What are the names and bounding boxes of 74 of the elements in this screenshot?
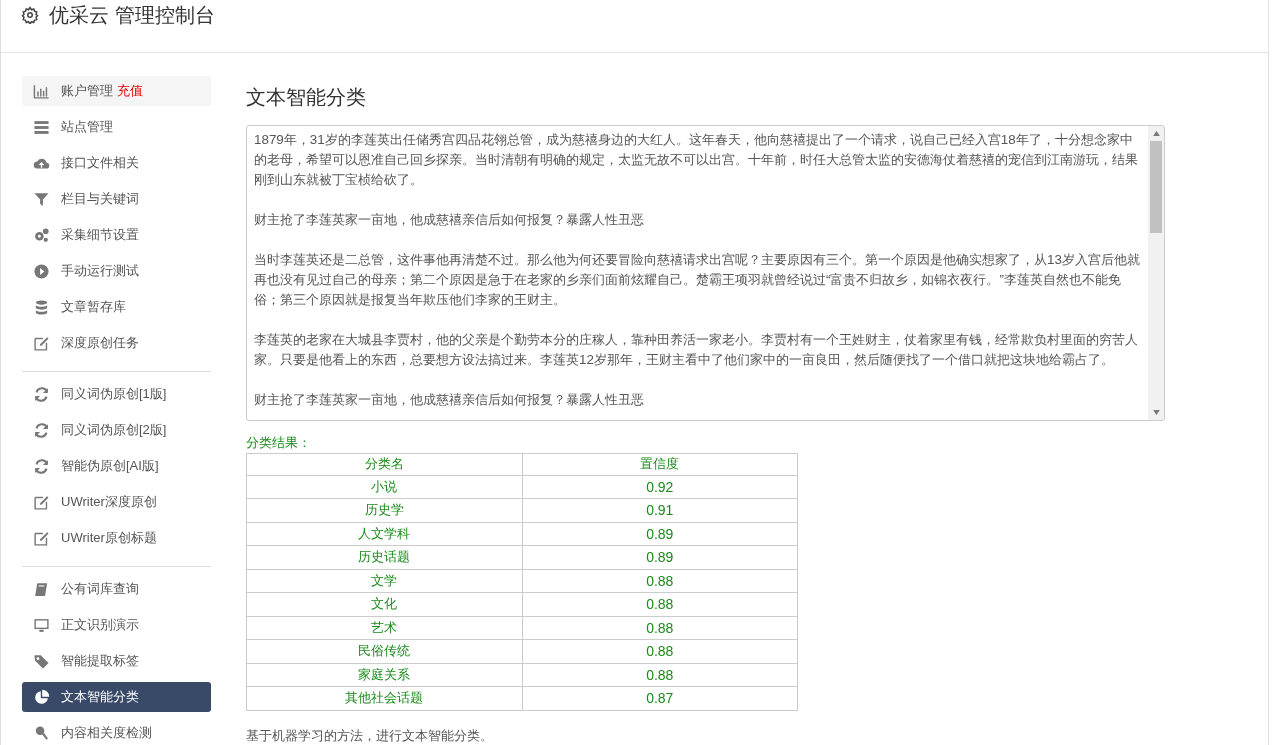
- sidebar-item-label[interactable]: 账户管理: [61, 81, 113, 101]
- table-cell: 0.89: [522, 522, 798, 546]
- table-cell: 0.91: [522, 498, 798, 522]
- input-paragraph: 李莲英的老家在大城县李贾村，他的父亲是个勤劳本分的庄稼人，靠种田养活一家老小。李贾村有一个王姓财主，仗着家里有钱，经常欺负村里面的穷苦人家。只要是他看上的东西，总要想方设法搞过来。李莲英12岁那年，王财主看中了他们家中的一亩良田，然后随便找了一个借口就把这块地给霸占了。: [254, 331, 1139, 369]
- sidebar-item[interactable]: 内容相关度检测: [22, 718, 211, 745]
- input-paragraph: 财主抢了李莲英家一亩地，他成慈禧亲信后如何报复？暴露人性丑恶: [254, 391, 645, 409]
- table-cell: 0.88: [522, 592, 798, 616]
- monitor-icon: [33, 616, 50, 634]
- table-cell: 历史学: [246, 498, 522, 522]
- sidebar-item[interactable]: 同义词伪原创[2版]: [22, 415, 211, 445]
- column-header: 分类名: [246, 453, 522, 475]
- input-paragraph: 财主抢了李莲英家一亩地，他成慈禧亲信后如何报复？暴露人性丑恶: [254, 211, 645, 229]
- sidebar-item[interactable]: UWriter原创标题: [22, 523, 211, 553]
- play-icon: [33, 262, 50, 280]
- sidebar-item[interactable]: 公有词库查询: [22, 574, 211, 604]
- scroll-up-arrow-icon[interactable]: [1152, 131, 1160, 136]
- sidebar-item[interactable]: 采集细节设置: [22, 220, 211, 250]
- table-cell: 0.92: [522, 475, 798, 499]
- text-input-area[interactable]: [246, 125, 1165, 421]
- column-header: 置信度: [522, 453, 798, 475]
- refresh-icon: [33, 421, 50, 439]
- table-cell: 0.87: [522, 686, 798, 710]
- table-cell: 艺术: [246, 616, 522, 640]
- scrollbar-thumb[interactable]: [1150, 141, 1162, 233]
- console-title: 优采云 管理控制台: [49, 3, 215, 27]
- sidebar-item[interactable]: 栏目与关键词: [22, 184, 211, 214]
- input-paragraph: 1879年，31岁的李莲英出任储秀宫四品花翎总管，成为慈禧身边的大红人。这年春天，他向慈禧提出了一个请求，说自己已经入宫18年了，十分想念家中的老母，希望可以恩准自己回乡探亲。当时清朝有明确的规定，太监无故不可以出宫。十年前，时任大总管太监的安德海仗着慈禧的宠信到江南游玩，结果刚到山东就被丁宝桢给砍了。: [254, 131, 1139, 189]
- table-cell: 0.88: [522, 569, 798, 593]
- sidebar-item[interactable]: 同义词伪原创[1版]: [22, 379, 211, 409]
- result-label: 分类结果：: [246, 433, 312, 452]
- gears-icon: [33, 226, 50, 244]
- sidebar-item[interactable]: 文章暂存库: [22, 292, 211, 322]
- sidebar-item[interactable]: 文本智能分类: [22, 682, 211, 712]
- table-cell: 小说: [246, 475, 522, 499]
- sidebar-item[interactable]: 智能伪原创[AI版]: [22, 451, 211, 481]
- chart-icon: [33, 82, 50, 100]
- table-cell: 文学: [246, 569, 522, 593]
- table-cell: 0.88: [522, 639, 798, 663]
- edit-icon: [33, 493, 50, 511]
- table-cell: 民俗传统: [246, 639, 522, 663]
- list-icon: [33, 118, 50, 136]
- sidebar-item[interactable]: UWriter深度原创: [22, 487, 211, 517]
- table-cell: 0.88: [522, 616, 798, 640]
- scroll-down-arrow-icon[interactable]: [1152, 409, 1160, 415]
- sidebar-item[interactable]: 手动运行测试: [22, 256, 211, 286]
- sidebar-item[interactable]: 站点管理: [22, 112, 211, 142]
- refresh-icon: [33, 385, 50, 403]
- sidebar-item[interactable]: 正文识别演示: [22, 610, 211, 640]
- table-cell: 历史话题: [246, 545, 522, 569]
- pie-chart-icon: [33, 688, 50, 706]
- recharge-link[interactable]: 充值: [117, 81, 143, 101]
- filter-icon: [33, 190, 50, 208]
- table-cell: 0.89: [522, 545, 798, 569]
- scrollbar[interactable]: [1148, 126, 1164, 420]
- edit-icon: [33, 529, 50, 547]
- table-cell: 0.88: [522, 663, 798, 687]
- search-icon: [33, 724, 50, 742]
- tag-icon: [33, 652, 50, 670]
- table-cell: 其他社会话题: [246, 686, 522, 710]
- sidebar-item[interactable]: 智能提取标签: [22, 646, 211, 676]
- table-cell: 人文学科: [246, 522, 522, 546]
- input-paragraph: 当时李莲英还是二总管，这件事他再清楚不过。那么他为何还要冒险向慈禧请求出宫呢？主要原因有三个。第一个原因是他确实想家了，从13岁入宫后他就再也没有见过自己的母亲；第二个原因是急于在老家的乡亲们面前炫耀自己。楚霸王项羽就曾经说过“富贵不归故乡，如锦衣夜行。”李莲英自然也不能免俗；第三个原因就是报复当年欺压他们李家的王财主。: [254, 251, 1141, 309]
- sidebar-item[interactable]: 深度原创任务: [22, 328, 211, 358]
- table-cell: 文化: [246, 592, 522, 616]
- sidebar-item[interactable]: 接口文件相关: [22, 148, 211, 178]
- description-text: 基于机器学习的方法，进行文本智能分类。: [246, 726, 494, 745]
- settings-icon: [21, 6, 39, 24]
- sidebar-item[interactable]: 账户管理 充值: [22, 76, 211, 106]
- book-icon: [33, 580, 50, 598]
- refresh-icon: [33, 457, 50, 475]
- edit-icon: [33, 334, 50, 352]
- page-heading: 文本智能分类: [246, 85, 367, 110]
- table-cell: 家庭关系: [246, 663, 522, 687]
- database-icon: [33, 298, 50, 316]
